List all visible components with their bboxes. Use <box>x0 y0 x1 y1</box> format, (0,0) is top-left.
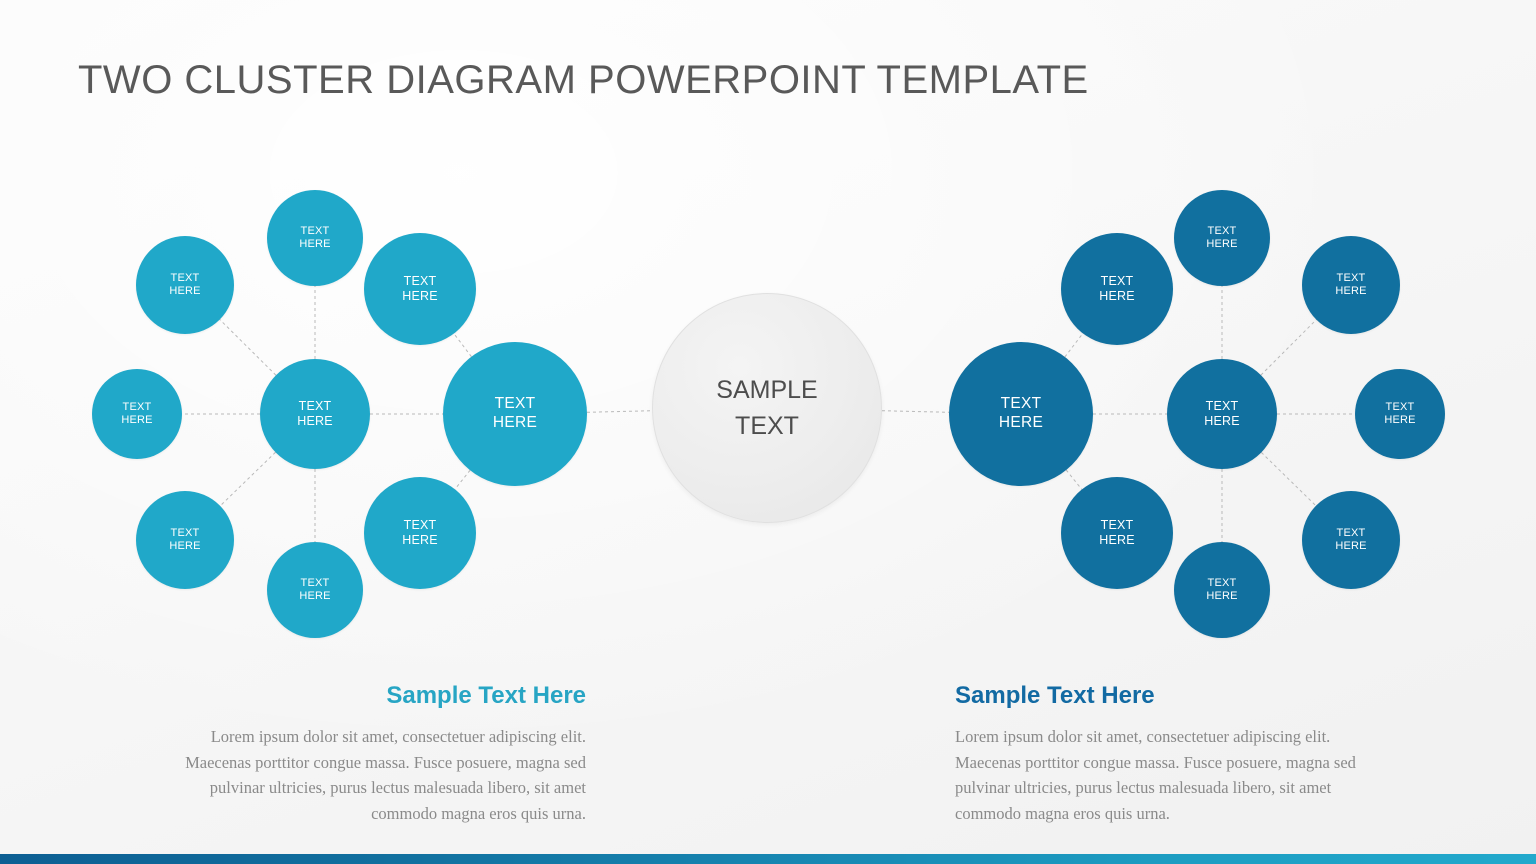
node-label-line2: HERE <box>297 414 333 428</box>
connector-line <box>219 319 277 376</box>
cluster-node-r-hub[interactable]: TEXT HERE <box>1167 359 1277 469</box>
right-block-body: Lorem ipsum dolor sit amet, consectetuer… <box>955 727 1356 823</box>
cluster-node-r-top-left[interactable]: TEXT HERE <box>1061 233 1173 345</box>
page-title: TWO CLUSTER DIAGRAM POWERPOINT TEMPLATE <box>78 58 1089 102</box>
center-node[interactable]: SAMPLE TEXT <box>652 293 882 523</box>
node-label-line1: TEXT <box>300 224 330 237</box>
node-label-line2: HERE <box>1204 414 1240 428</box>
connector-line <box>881 410 950 413</box>
left-block-body: Lorem ipsum dolor sit amet, consectetuer… <box>185 727 586 823</box>
node-label-line2: HERE <box>1384 414 1416 426</box>
connector-line <box>1260 452 1317 507</box>
node-label-line1: TEXT <box>1336 271 1366 284</box>
cluster-node-l-top[interactable]: TEXT HERE <box>267 190 363 286</box>
connector-line <box>219 451 276 507</box>
cluster-node-l-top-right[interactable]: TEXT HERE <box>364 233 476 345</box>
node-label-line1: TEXT <box>403 273 437 288</box>
center-node-line2: TEXT <box>735 412 799 440</box>
center-node-line1: SAMPLE <box>716 375 818 404</box>
node-label-line1: TEXT <box>298 398 332 413</box>
node-label-line1: TEXT <box>1100 273 1134 288</box>
node-label-line2: HERE <box>299 590 331 602</box>
node-label-line1: TEXT <box>170 271 200 284</box>
node-label-line2: HERE <box>998 414 1044 431</box>
bottom-accent-bar <box>0 854 1536 864</box>
connector-line <box>453 333 472 357</box>
node-label-line2: HERE <box>299 238 331 250</box>
cluster-node-r-right[interactable]: TEXT HERE <box>1355 369 1445 459</box>
node-label-line1: TEXT <box>1385 400 1415 413</box>
node-label-line2: HERE <box>1099 533 1135 547</box>
connector-line <box>586 410 653 413</box>
connector-line <box>1065 469 1083 490</box>
cluster-node-l-bottom-left[interactable]: TEXT HERE <box>136 491 234 589</box>
slide-canvas: TWO CLUSTER DIAGRAM POWERPOINT TEMPLATE … <box>0 0 1536 864</box>
node-label-line1: TEXT <box>403 517 437 532</box>
node-label-line1: TEXT <box>1000 395 1042 413</box>
cluster-node-l-hub[interactable]: TEXT HERE <box>260 359 370 469</box>
node-label-line1: TEXT <box>1205 398 1239 413</box>
cluster-node-l-bottom-right[interactable]: TEXT HERE <box>364 477 476 589</box>
left-text-block: Sample Text Here Lorem ipsum dolor sit a… <box>146 682 586 826</box>
cluster-node-r-top-right[interactable]: TEXT HERE <box>1302 236 1400 334</box>
cluster-node-l-left[interactable]: TEXT HERE <box>92 369 182 459</box>
cluster-node-r-bottom-right[interactable]: TEXT HERE <box>1302 491 1400 589</box>
cluster-node-r-bottom-left[interactable]: TEXT HERE <box>1061 477 1173 589</box>
cluster-node-r-top[interactable]: TEXT HERE <box>1174 190 1270 286</box>
node-label-line1: TEXT <box>1336 526 1366 539</box>
node-label-line1: TEXT <box>170 526 200 539</box>
node-label-line1: TEXT <box>300 576 330 589</box>
left-block-heading: Sample Text Here <box>386 682 586 709</box>
node-label-line2: HERE <box>1099 289 1135 303</box>
cluster-node-l-top-left[interactable]: TEXT HERE <box>136 236 234 334</box>
node-label-line2: HERE <box>121 414 153 426</box>
cluster-node-l-bottom[interactable]: TEXT HERE <box>267 542 363 638</box>
node-label-line2: HERE <box>492 414 538 431</box>
node-label-line2: HERE <box>402 533 438 547</box>
node-label-line2: HERE <box>1206 590 1238 602</box>
node-label-line1: TEXT <box>1100 517 1134 532</box>
cluster-node-l-big[interactable]: TEXT HERE <box>443 342 587 486</box>
node-label-line2: HERE <box>169 540 201 552</box>
node-label-line1: TEXT <box>494 395 536 413</box>
right-block-heading: Sample Text Here <box>955 682 1155 709</box>
node-label-line2: HERE <box>1206 238 1238 250</box>
cluster-node-r-big[interactable]: TEXT HERE <box>949 342 1093 486</box>
cluster-node-r-bottom[interactable]: TEXT HERE <box>1174 542 1270 638</box>
node-label-line2: HERE <box>169 285 201 297</box>
node-label-line2: HERE <box>1335 285 1367 297</box>
connector-line <box>1260 319 1317 376</box>
node-label-line2: HERE <box>1335 540 1367 552</box>
connector-line <box>454 469 471 490</box>
right-text-block: Sample Text Here Lorem ipsum dolor sit a… <box>955 682 1395 826</box>
connector-line <box>1064 333 1084 358</box>
node-label-line1: TEXT <box>1207 224 1237 237</box>
node-label-line2: HERE <box>402 289 438 303</box>
node-label-line1: TEXT <box>1207 576 1237 589</box>
node-label-line1: TEXT <box>122 400 152 413</box>
